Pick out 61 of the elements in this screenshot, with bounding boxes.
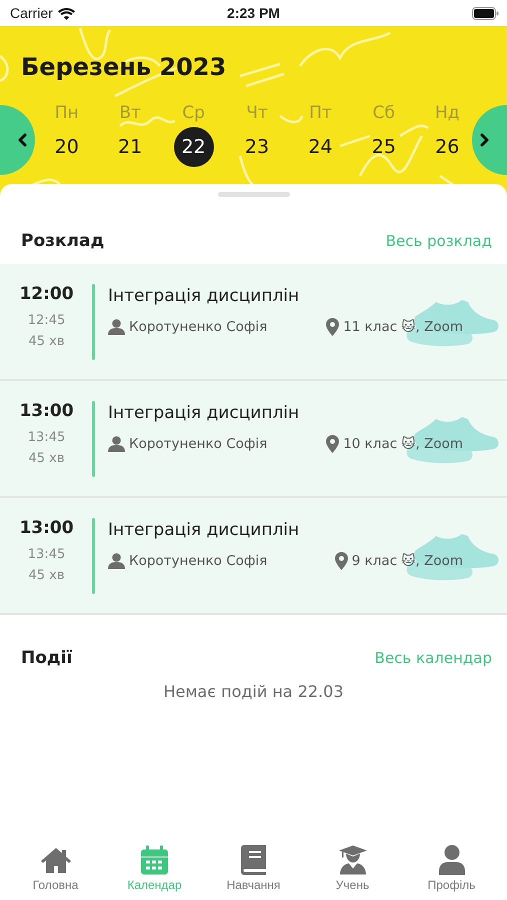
- weekday-label: Пн: [54, 103, 79, 123]
- start-time: 12:00: [19, 284, 74, 304]
- location-label: 10 клас 🐱, Zoom: [343, 436, 463, 452]
- day-number[interactable]: 26: [427, 129, 468, 165]
- carrier-label: Carrier: [10, 5, 53, 21]
- location-pin-icon: [334, 552, 348, 570]
- sheet-handle[interactable]: [218, 192, 290, 197]
- duration-label: 45 хв: [28, 334, 65, 349]
- battery-icon: [472, 6, 499, 20]
- person-icon: [108, 436, 125, 452]
- chevron-right-icon: [480, 133, 489, 147]
- section-title: Події: [21, 648, 72, 668]
- end-time: 12:45: [28, 313, 66, 328]
- weekday-label: Сб: [372, 103, 396, 123]
- month-title: Березень 2023: [21, 53, 226, 81]
- day-number[interactable]: 25: [364, 129, 404, 165]
- day-number[interactable]: 22: [174, 127, 214, 167]
- weekday-label: Вт: [119, 103, 141, 123]
- tab-item[interactable]: Учень: [308, 845, 398, 892]
- teacher-name: Коротуненко Софія: [129, 319, 268, 335]
- start-time: 13:00: [19, 401, 74, 421]
- day-number[interactable]: 20: [46, 129, 87, 165]
- subject-title: Інтеграція дисциплін: [108, 520, 300, 540]
- day-number[interactable]: 24: [300, 129, 340, 165]
- location-label: 9 клас 🐱, Zoom: [352, 553, 463, 569]
- graduate-icon: [338, 845, 366, 875]
- subject-title: Інтеграція дисциплін: [108, 286, 300, 306]
- lesson-card[interactable]: 13:00 13:45 45 хв Інтеграція дисциплін Коротуненко Софія 10 клас 🐱, Zoom: [0, 381, 507, 498]
- start-time: 13:00: [19, 518, 74, 538]
- tab-item[interactable]: Навчання: [208, 845, 298, 892]
- chevron-left-icon: [18, 133, 27, 147]
- weekday-label: Ср: [182, 103, 205, 123]
- tab-item[interactable]: Профіль: [406, 845, 496, 892]
- location-pin-icon: [326, 435, 340, 453]
- profile-icon: [438, 845, 464, 875]
- teacher-name: Коротуненко Софія: [129, 436, 268, 452]
- empty-events-message: Немає подій на 22.03: [163, 682, 344, 701]
- lesson-card[interactable]: 13:00 13:45 45 хв Інтеграція дисциплін Коротуненко Софія 9 клас 🐱, Zoom: [0, 498, 507, 615]
- duration-label: 45 хв: [28, 451, 65, 466]
- teacher-name: Коротуненко Софія: [129, 553, 268, 569]
- clock-time: 2:23 PM: [227, 5, 280, 21]
- home-icon: [40, 845, 70, 875]
- end-time: 13:45: [28, 430, 66, 445]
- book-icon: [241, 845, 266, 875]
- weekday-label: Пт: [309, 103, 332, 123]
- tab-item[interactable]: Головна: [10, 845, 100, 892]
- day-number[interactable]: 23: [236, 129, 277, 165]
- section-title: Розклад: [21, 231, 104, 251]
- end-time: 13:45: [28, 547, 66, 562]
- duration-label: 45 хв: [28, 568, 65, 583]
- weekday-label: Нд: [435, 103, 460, 123]
- location-label: 11 клас 🐱, Zoom: [343, 319, 463, 335]
- location-pin-icon: [326, 318, 340, 336]
- calendar-icon: [141, 845, 168, 875]
- weekday-label: Чт: [246, 103, 268, 123]
- person-icon: [108, 319, 125, 335]
- person-icon: [108, 553, 125, 569]
- day-number[interactable]: 21: [110, 129, 150, 165]
- lesson-card[interactable]: 12:00 12:45 45 хв Інтеграція дисциплін Коротуненко Софія 11 клас 🐱, Zoom: [0, 264, 507, 381]
- wifi-icon: [58, 6, 75, 20]
- subject-title: Інтеграція дисциплін: [108, 403, 300, 423]
